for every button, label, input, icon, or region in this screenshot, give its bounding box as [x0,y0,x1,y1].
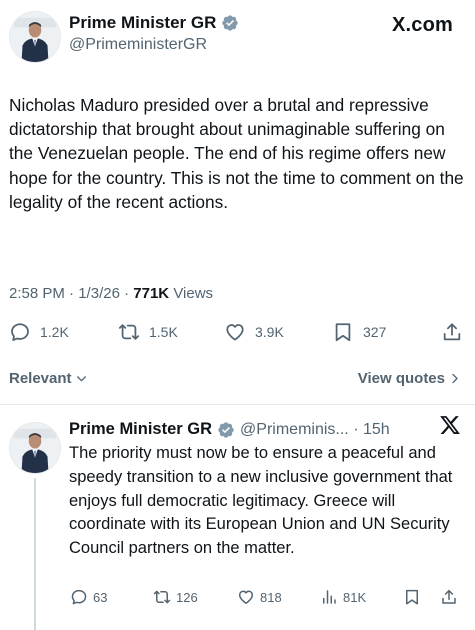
reply-button[interactable]: 1.2K [9,321,69,343]
reply-icon [70,588,88,606]
main-tweet: Prime Minister GR @PrimeministerGR X.com… [0,0,475,402]
tweet-meta: 2:58 PM · 1/3/26 · 771K Views [9,285,213,302]
reply-count: 63 [93,589,108,605]
views-label: Views [173,285,214,302]
x-logo-icon [439,414,461,436]
author-handle[interactable]: @PrimeministerGR [69,36,207,54]
bookmark-icon [403,588,421,606]
reply-actions: 63 126 818 81K [0,586,475,610]
share-icon [440,588,458,606]
reply-tweet[interactable]: Prime Minister GR @Primeminis... · 15h T… [0,405,475,630]
author-name[interactable]: Prime Minister GR [69,420,212,439]
bookmark-button[interactable]: 327 [332,321,386,343]
bookmark-button[interactable] [403,588,421,606]
like-count: 3.9K [255,324,284,340]
repost-icon [153,588,171,606]
reply-text: The priority must now be to ensure a pea… [69,444,453,558]
heart-icon [224,321,246,343]
repost-count: 126 [176,589,198,605]
share-icon [441,321,463,343]
sort-relevant-label: Relevant [9,370,72,387]
author-handle-and-time[interactable]: @Primeminis... · 15h [240,421,390,439]
view-quotes-label: View quotes [357,370,445,387]
share-button[interactable] [441,321,463,343]
verified-badge-icon [221,14,239,32]
author-name-row: Prime Minister GR [69,13,239,33]
view-quotes-link[interactable]: View quotes [358,370,461,387]
reply-icon [9,321,31,343]
meta-separator: · [124,285,130,302]
chevron-right-icon [449,372,461,385]
repost-count: 1.5K [149,324,178,340]
meta-separator: · [69,285,75,302]
bookmark-icon [332,321,354,343]
reply-button[interactable]: 63 [70,588,107,606]
like-count: 818 [260,589,282,605]
avatar[interactable] [9,422,61,474]
verified-badge-icon [217,421,235,439]
tweet-date[interactable]: 1/3/26 [78,285,120,302]
tweet-time[interactable]: 2:58 PM [9,285,65,302]
repost-icon [118,321,140,343]
avatar[interactable] [9,11,61,63]
reply-sort-bar: Relevant View quotes [0,370,475,392]
like-button[interactable]: 3.9K [224,321,284,343]
reply-header: Prime Minister GR @Primeminis... · 15h [69,420,390,439]
repost-button[interactable]: 126 [153,588,198,606]
sort-relevant-dropdown[interactable]: Relevant [9,370,88,387]
heart-icon [237,588,255,606]
tweet-text: Nicholas Maduro presided over a brutal a… [9,95,464,212]
views-chart-icon [320,588,338,606]
tweet-actions: 1.2K 1.5K 3.9K 327 [0,318,475,348]
repost-button[interactable]: 1.5K [118,321,178,343]
chevron-down-icon [75,372,88,385]
views-count: 771K [133,285,170,302]
reply-count: 1.2K [40,324,69,340]
views-count: 81K [343,589,367,605]
bookmark-count: 327 [363,324,387,340]
views-button[interactable]: 81K [320,588,366,606]
like-button[interactable]: 818 [237,588,282,606]
share-button[interactable] [440,588,458,606]
site-label: X.com [391,14,453,36]
author-name[interactable]: Prime Minister GR [69,13,216,33]
